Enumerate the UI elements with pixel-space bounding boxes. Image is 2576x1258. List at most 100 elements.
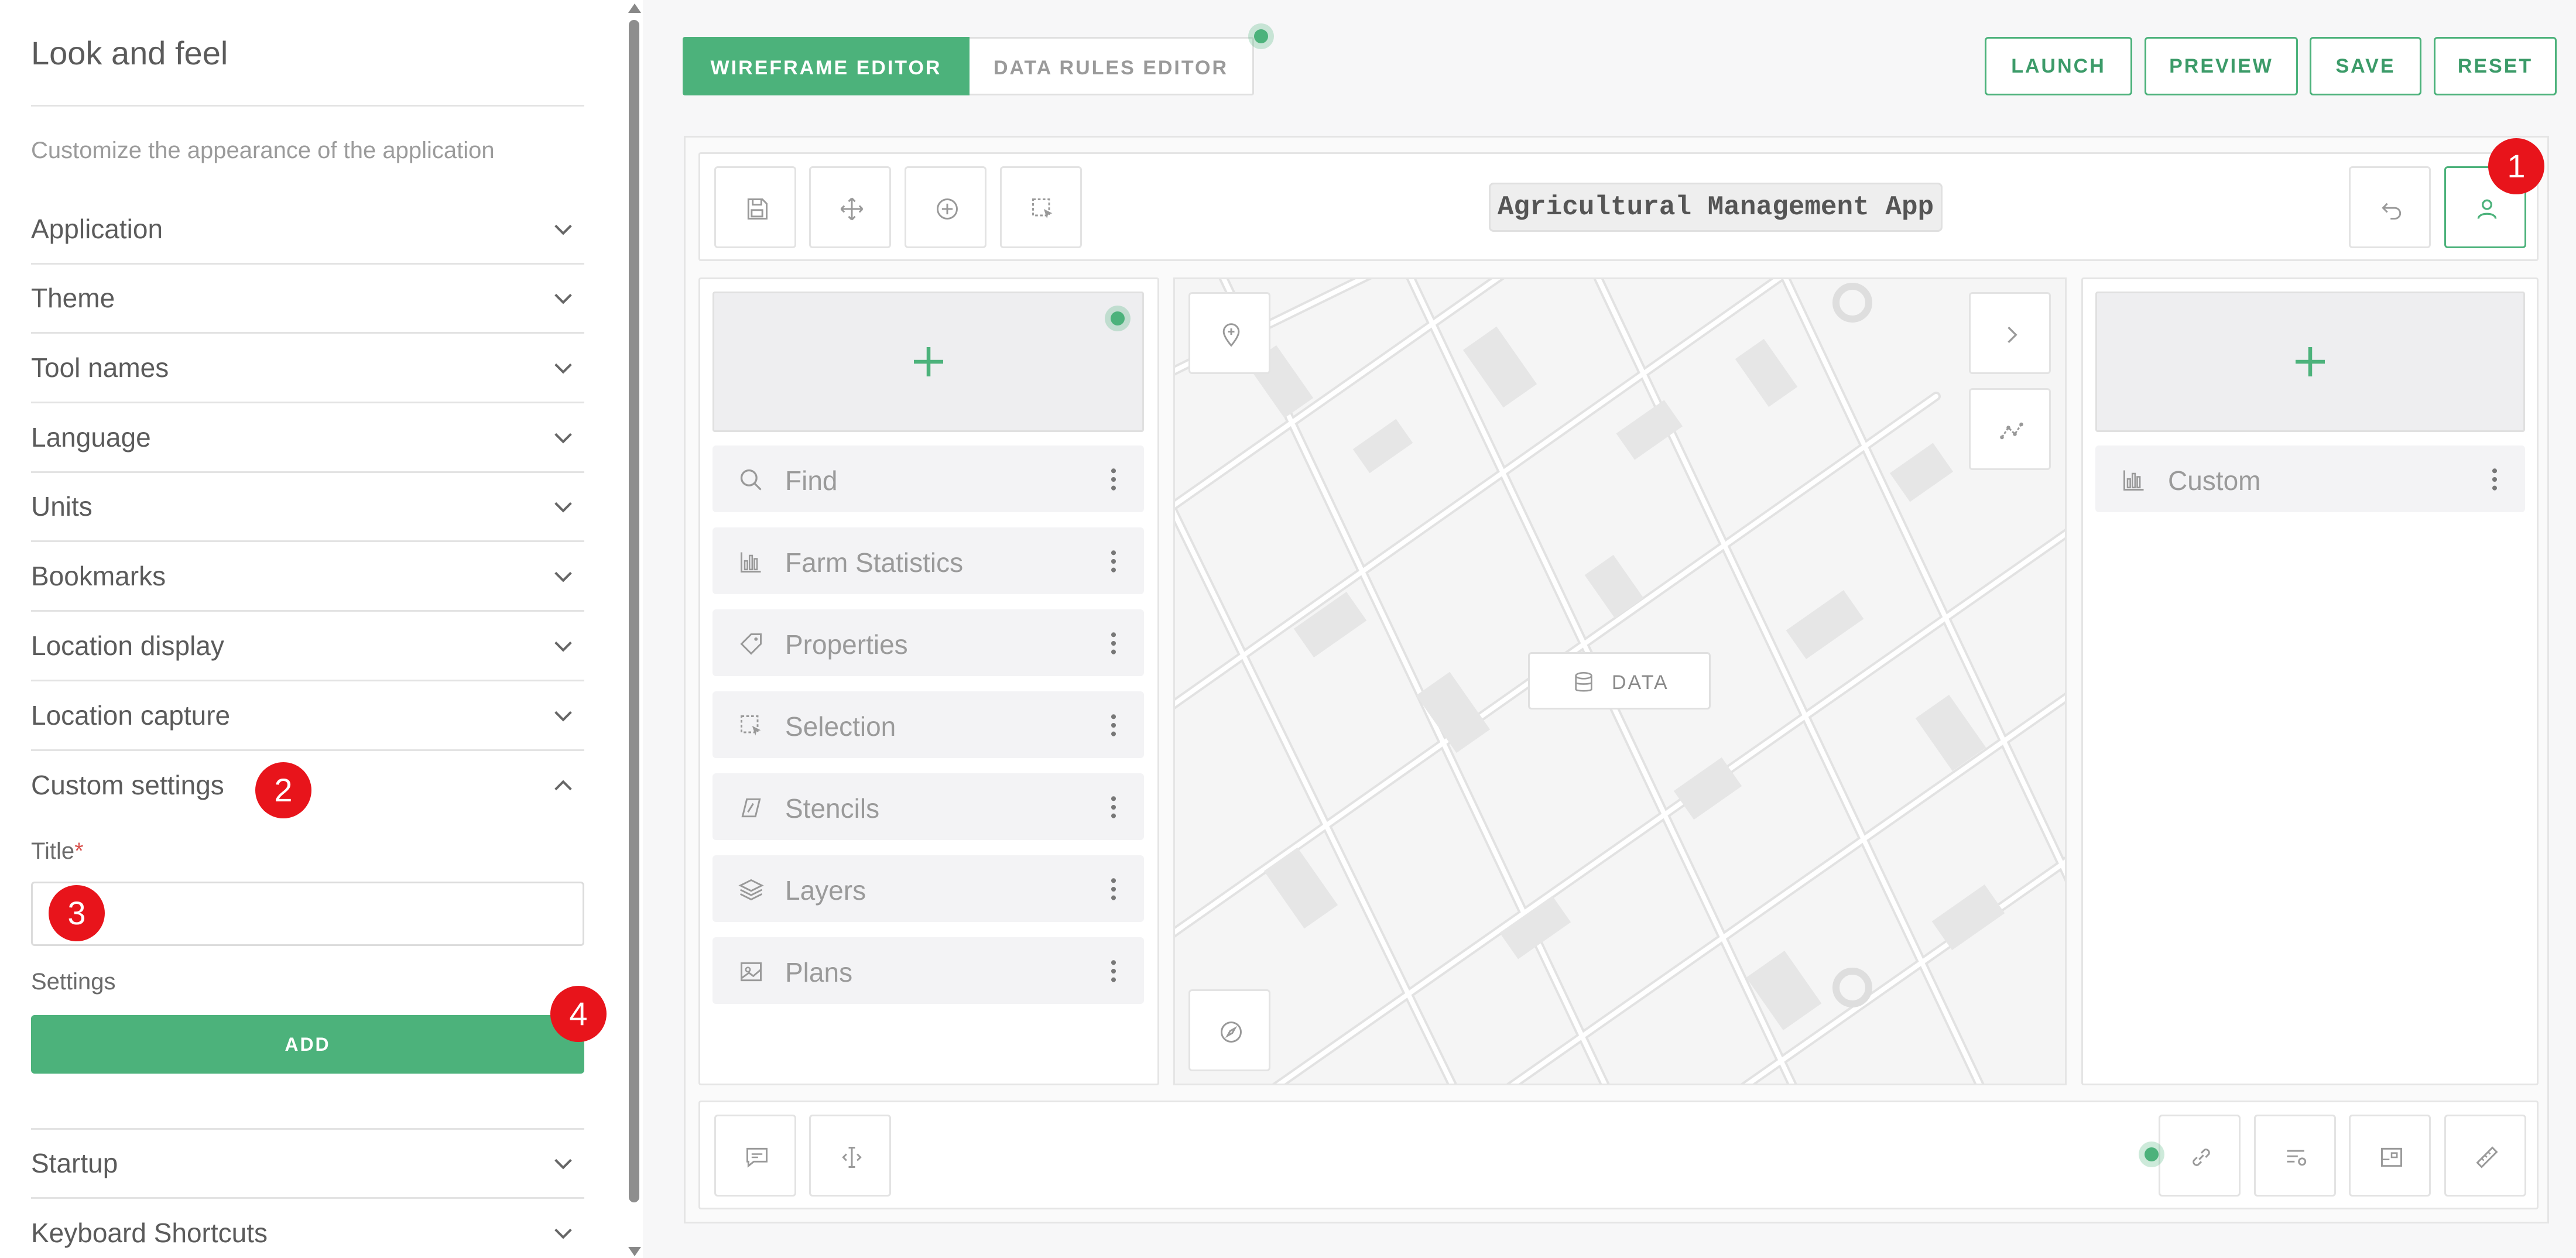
tool-item-stencils[interactable]: Stencils — [712, 773, 1144, 840]
chevron-down-icon — [550, 565, 576, 588]
more-vertical-icon — [1111, 878, 1116, 900]
tag-icon — [740, 633, 762, 655]
required-mark: * — [74, 838, 84, 864]
section-application[interactable]: Application — [31, 196, 584, 265]
title-input[interactable] — [31, 882, 584, 946]
chevron-down-icon — [550, 495, 576, 519]
list-settings-icon — [2287, 1150, 2307, 1166]
save-button[interactable]: SAVE — [2310, 37, 2421, 95]
comment-button[interactable] — [714, 1115, 796, 1197]
tool-item-plans[interactable]: Plans — [712, 937, 1144, 1004]
tool-item-custom[interactable]: Custom — [2095, 445, 2525, 512]
section-label: Keyboard Shortcuts — [31, 1218, 268, 1248]
bottom-status-dot — [2139, 1142, 2164, 1167]
scroll-down-arrow-icon[interactable] — [628, 1247, 641, 1256]
annotation-badge-3: 3 — [49, 885, 105, 941]
stencil-icon — [741, 798, 761, 818]
pan-tool-button[interactable] — [809, 166, 891, 248]
locate-button[interactable] — [1188, 292, 1270, 374]
section-label: Application — [31, 214, 163, 244]
reset-button[interactable]: RESET — [2434, 37, 2557, 95]
undo-button[interactable] — [2349, 166, 2431, 248]
section-startup[interactable]: Startup — [31, 1130, 584, 1199]
panel-title: Look and feel — [31, 35, 228, 71]
database-icon — [1575, 672, 1592, 692]
tab-status-dot — [1248, 23, 1274, 49]
more-vertical-icon — [2492, 468, 2498, 491]
list-settings-button[interactable] — [2254, 1115, 2336, 1197]
tool-item-label: Plans — [785, 957, 853, 988]
more-vertical-icon — [1111, 550, 1116, 573]
chevron-down-icon — [550, 704, 576, 728]
chevron-down-icon — [550, 1222, 576, 1245]
title-divider — [31, 105, 584, 107]
section-theme[interactable]: Theme — [31, 265, 584, 334]
add-setting-button[interactable]: ADD — [31, 1015, 584, 1074]
message-icon — [746, 1147, 768, 1168]
more-vertical-icon — [1111, 632, 1116, 654]
tab-data-rules-editor[interactable]: DATA RULES EDITOR — [970, 37, 1254, 95]
chevron-right-icon — [2008, 326, 2017, 344]
section-label: Location capture — [31, 700, 231, 731]
select-tool-button[interactable] — [1000, 166, 1082, 248]
tool-item-farm-statistics[interactable]: Farm Statistics — [712, 527, 1144, 594]
tool-item-layers[interactable]: Layers — [712, 855, 1144, 922]
add-tool-button[interactable] — [905, 166, 986, 248]
more-vertical-icon — [1111, 796, 1116, 818]
add-right-panel[interactable] — [2095, 292, 2525, 432]
section-tool-names[interactable]: Tool names — [31, 334, 584, 403]
tool-item-find[interactable]: Find — [712, 445, 1144, 512]
look-and-feel-panel: Look and feel Customize the appearance o… — [0, 0, 643, 1258]
expand-panel-button[interactable] — [1969, 292, 2051, 374]
tool-item-selection[interactable]: Selection — [712, 691, 1144, 758]
tool-item-label: Custom — [2168, 465, 2261, 496]
selection-icon — [1032, 198, 1053, 219]
tool-item-label: Selection — [785, 711, 896, 742]
section-language[interactable]: Language — [31, 404, 584, 473]
move-icon — [840, 197, 864, 221]
link-icon — [2193, 1149, 2210, 1166]
overview-map-button[interactable] — [2349, 1115, 2431, 1197]
save-tool-button[interactable] — [714, 166, 796, 248]
section-location-display[interactable]: Location display — [31, 612, 584, 681]
selection-icon — [741, 715, 761, 736]
map-data-label: DATA — [1612, 671, 1669, 694]
section-label: Theme — [31, 283, 115, 313]
tool-item-properties[interactable]: Properties — [712, 609, 1144, 676]
section-units[interactable]: Units — [31, 473, 584, 542]
tool-item-label: Stencils — [785, 793, 880, 824]
search-icon — [740, 469, 762, 491]
add-left-panel[interactable] — [712, 292, 1144, 432]
chevron-down-icon — [550, 287, 576, 310]
title-field-label: Title* — [31, 838, 84, 865]
more-vertical-icon — [1111, 468, 1116, 491]
measure-button[interactable] — [2444, 1115, 2526, 1197]
measure-path-button[interactable] — [1969, 388, 2051, 470]
section-label: Startup — [31, 1148, 118, 1178]
preview-button[interactable]: PREVIEW — [2145, 37, 2298, 95]
scroll-up-arrow-icon[interactable] — [628, 4, 641, 13]
app-title: Agricultural Management App — [1489, 183, 1943, 232]
scrollbar-thumb[interactable] — [629, 20, 639, 1202]
compass-button[interactable] — [1188, 989, 1270, 1071]
tool-item-label: Find — [785, 465, 838, 496]
section-bookmarks[interactable]: Bookmarks — [31, 543, 584, 612]
text-cursor-button[interactable] — [809, 1115, 891, 1197]
section-location-capture[interactable]: Location capture — [31, 682, 584, 751]
more-vertical-icon — [1111, 960, 1116, 982]
section-keyboard-shortcuts[interactable]: Keyboard Shortcuts — [31, 1199, 584, 1258]
panel-subtitle: Customize the appearance of the applicat… — [31, 138, 495, 163]
tool-item-label: Properties — [785, 629, 908, 660]
plus-icon — [2296, 347, 2325, 376]
section-label: Custom settings — [31, 770, 224, 800]
map-data-chip[interactable]: DATA — [1528, 652, 1711, 709]
editor-tabs: WIREFRAME EDITOR DATA RULES EDITOR — [683, 37, 1254, 95]
section-label: Bookmarks — [31, 561, 166, 591]
ruler-icon — [2476, 1146, 2498, 1168]
tab-wireframe-editor[interactable]: WIREFRAME EDITOR — [683, 37, 970, 95]
link-button[interactable] — [2159, 1115, 2241, 1197]
section-label: Tool names — [31, 352, 169, 383]
annotation-badge-4: 4 — [550, 986, 607, 1042]
chevron-down-icon — [550, 426, 576, 450]
launch-button[interactable]: LAUNCH — [1985, 37, 2132, 95]
